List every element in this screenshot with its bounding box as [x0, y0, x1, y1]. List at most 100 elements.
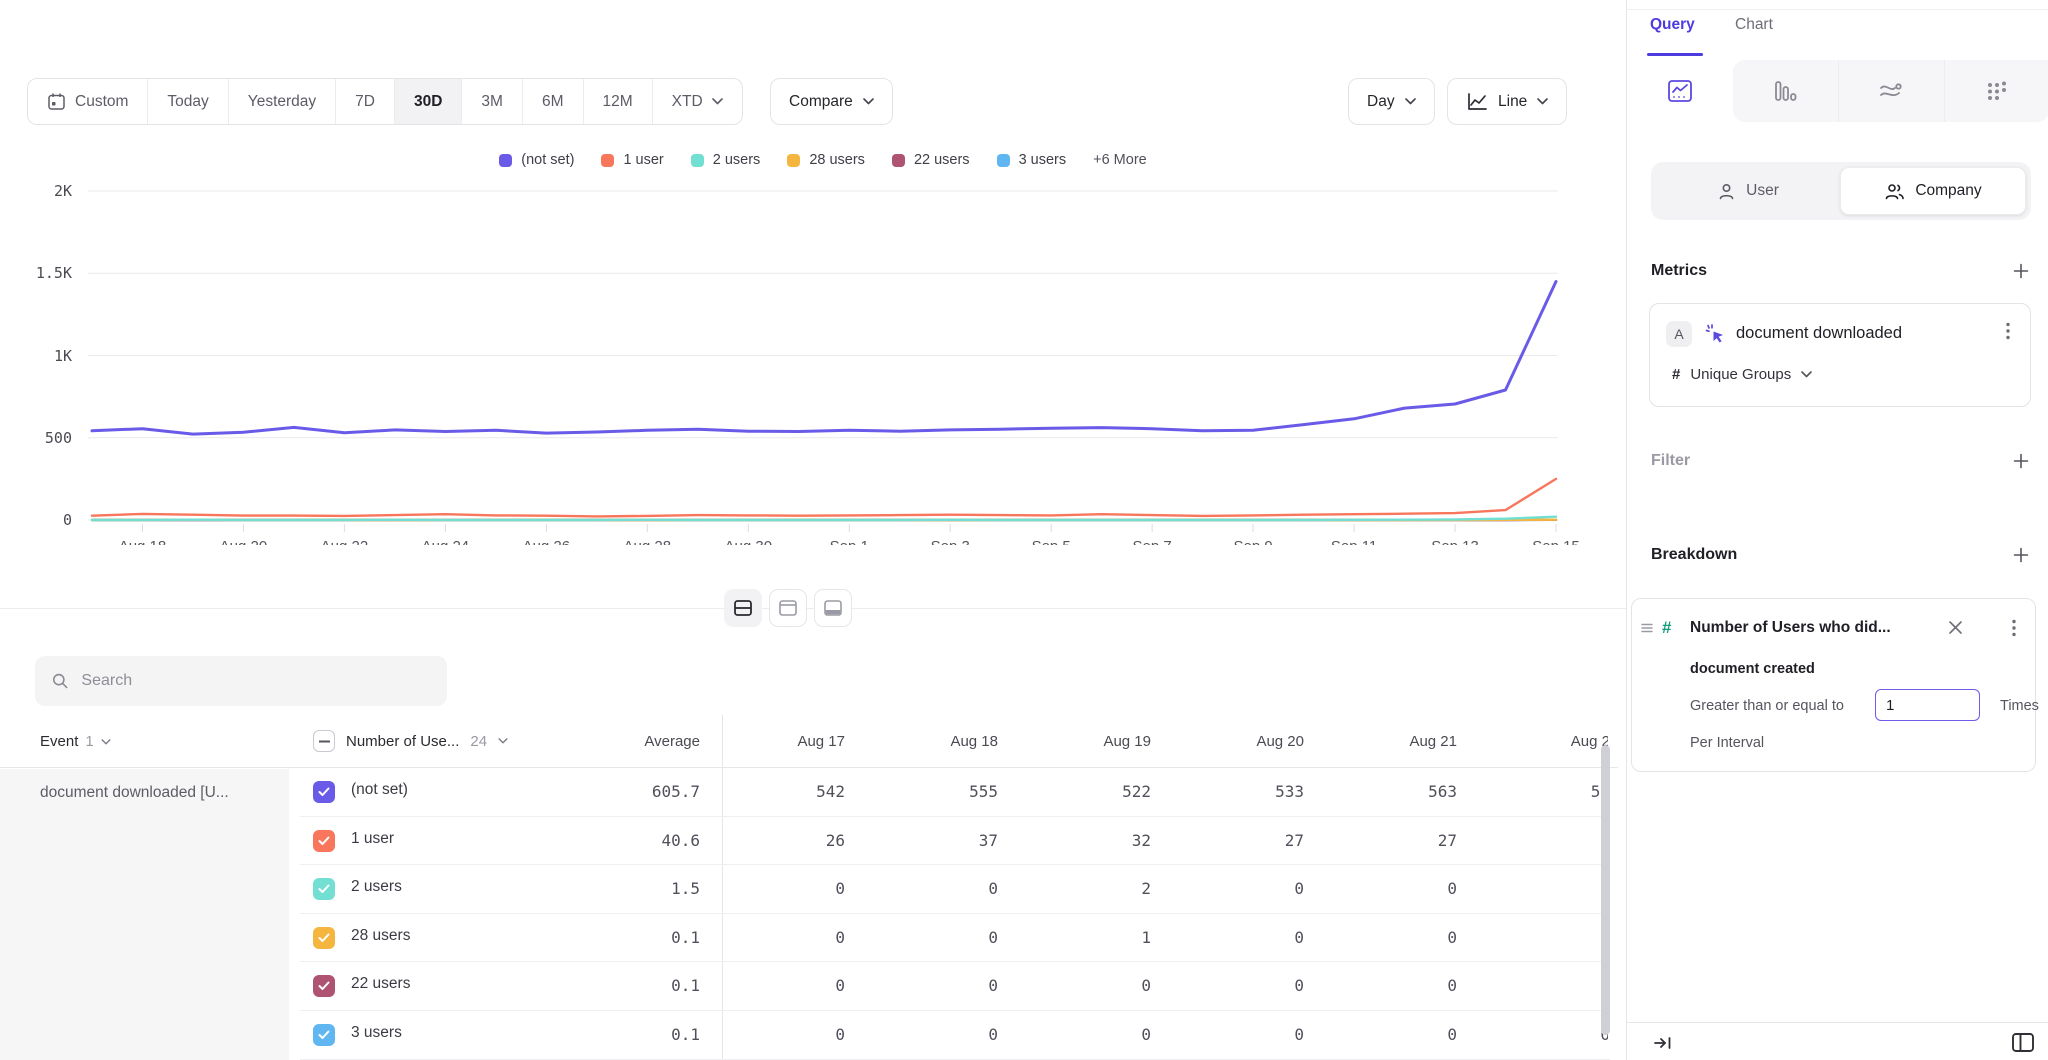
row-checkbox[interactable] [313, 830, 335, 852]
measure-label: Unique Groups [1690, 366, 1791, 383]
line-chart[interactable]: Aug 18Aug 20Aug 22Aug 24Aug 26Aug 28Aug … [0, 180, 1626, 545]
value-cell: 0 [722, 865, 875, 914]
value-cell: 0 [1487, 865, 1608, 914]
value-cell: 0 [1028, 1011, 1181, 1060]
table-value-row: 000000 [722, 962, 1608, 1011]
drag-handle-icon[interactable] [1641, 622, 1653, 634]
property-hash-icon: # [1662, 618, 1671, 638]
entity-option-user[interactable]: User [1656, 167, 1840, 215]
tile-more-chart-types[interactable] [1944, 60, 2048, 122]
row-checkbox[interactable] [313, 927, 335, 949]
value-cell: 0 [722, 962, 875, 1011]
analytics-app: Custom TodayYesterday7D 30D 3M 6M12M XTD Comp… [0, 0, 2048, 1060]
breakdown-close-icon[interactable] [1948, 620, 1963, 640]
legend-item[interactable]: 22 users [892, 152, 970, 168]
range-3m[interactable]: 3M [461, 79, 522, 124]
date-column-header: Aug 19 [1028, 715, 1181, 768]
compare-button[interactable]: Compare [770, 78, 893, 125]
range-xtd[interactable]: XTD [652, 79, 742, 124]
measure-selector[interactable]: # Unique Groups [1672, 366, 1812, 383]
metric-card[interactable]: A document downloaded # Unique Groups [1649, 303, 2031, 407]
legend-item[interactable]: 28 users [787, 152, 865, 168]
add-metric-button[interactable] [2013, 263, 2029, 284]
legend-item[interactable]: 2 users [691, 152, 761, 168]
value-cell: 27 [1334, 817, 1487, 866]
search-input[interactable] [81, 672, 431, 690]
range-today[interactable]: Today [147, 79, 227, 124]
range-label: 30D [414, 93, 442, 111]
breakdown-threshold-input[interactable] [1875, 689, 1980, 721]
tab-chart[interactable]: Chart [1735, 16, 1773, 34]
collapse-right-icon[interactable] [1653, 1034, 1673, 1052]
series-column-header: Number of Use... 24 [313, 730, 508, 752]
add-filter-button[interactable] [2013, 453, 2029, 474]
legend-item[interactable]: 3 users [997, 152, 1067, 168]
layout-toggle [724, 589, 852, 627]
event-cell-label: document downloaded [U... [40, 784, 229, 802]
value-cell: 0 [1487, 962, 1608, 1011]
value-cell: 0 [1487, 914, 1608, 963]
row-average: 0.1 [560, 1025, 700, 1044]
event-column-header[interactable]: Event 1 [40, 733, 111, 750]
top-panel-view-icon [778, 599, 798, 617]
metrics-heading: Metrics [1651, 262, 1707, 280]
breakdown-title[interactable]: Number of Users who did... [1690, 619, 1891, 637]
series-header-label[interactable]: Number of Use... [346, 733, 459, 750]
value-cell: 0 [1181, 865, 1334, 914]
metric-kebab-icon[interactable] [2006, 322, 2010, 345]
range-6m[interactable]: 6M [522, 79, 583, 124]
add-breakdown-button[interactable] [2013, 547, 2029, 568]
range-custom[interactable]: Custom [28, 79, 147, 124]
date-column-header: Aug 2 [1487, 715, 1608, 768]
legend-item[interactable]: 1 user [601, 152, 663, 168]
range-yesterday[interactable]: Yesterday [228, 79, 335, 124]
row-checkbox[interactable] [313, 1024, 335, 1046]
legend-label: 1 user [623, 152, 663, 168]
row-label: 2 users [351, 878, 402, 896]
granularity-button[interactable]: Day [1348, 78, 1435, 125]
legend-item[interactable]: (not set) [499, 152, 574, 168]
entity-option-company[interactable]: Company [1840, 167, 2026, 215]
svg-text:Sep 7: Sep 7 [1133, 538, 1172, 545]
table-value-row: 002000 [722, 865, 1608, 914]
chart-type-label: Line [1498, 93, 1527, 111]
value-cell: 533 [1181, 768, 1334, 817]
event-list-cell[interactable]: document downloaded [U... [0, 769, 289, 1060]
value-cell: 563 [1334, 768, 1487, 817]
range-label: 3M [481, 93, 503, 111]
svg-text:Aug 22: Aug 22 [321, 538, 369, 545]
legend-more-button[interactable]: +6 More [1093, 152, 1147, 168]
legend-swatch [499, 154, 512, 167]
range-30d[interactable]: 30D [394, 79, 461, 124]
tile-bar-chart[interactable] [1733, 60, 1839, 122]
row-checkbox[interactable] [313, 878, 335, 900]
bottom-panel-view-button[interactable] [814, 589, 852, 627]
legend-label: (not set) [521, 152, 574, 168]
value-cell: 0 [1334, 962, 1487, 1011]
range-7d[interactable]: 7D [335, 79, 394, 124]
panel-toggle-icon[interactable] [2011, 1032, 2035, 1053]
chart-type-button[interactable]: Line [1447, 78, 1567, 125]
tile-line-chart[interactable] [1627, 60, 1733, 122]
tile-flow-chart[interactable] [1838, 60, 1944, 122]
legend-swatch [691, 154, 704, 167]
breakdown-kebab-icon[interactable] [2012, 619, 2016, 642]
indeterminate-checkbox-icon [319, 740, 330, 743]
row-checkbox[interactable] [313, 975, 335, 997]
range-label: Custom [75, 93, 128, 111]
range-label: XTD [672, 93, 703, 111]
table-scrollbar[interactable] [1601, 745, 1610, 1035]
value-cell: 37 [875, 817, 1028, 866]
tab-query[interactable]: Query [1650, 16, 1695, 34]
top-panel-view-button[interactable] [769, 589, 807, 627]
split-view-button[interactable] [724, 589, 762, 627]
chevron-down-icon [1801, 371, 1812, 378]
metric-event-name: document downloaded [1736, 324, 1902, 343]
metric-letter-badge: A [1666, 321, 1692, 347]
select-all-checkbox[interactable] [313, 730, 335, 752]
granularity-label: Day [1367, 93, 1395, 111]
range-12m[interactable]: 12M [583, 79, 652, 124]
table-header: Event 1 Number of Use... 24 Average Aug … [0, 715, 1618, 768]
row-checkbox[interactable] [313, 781, 335, 803]
value-cell: 0 [1181, 1011, 1334, 1060]
